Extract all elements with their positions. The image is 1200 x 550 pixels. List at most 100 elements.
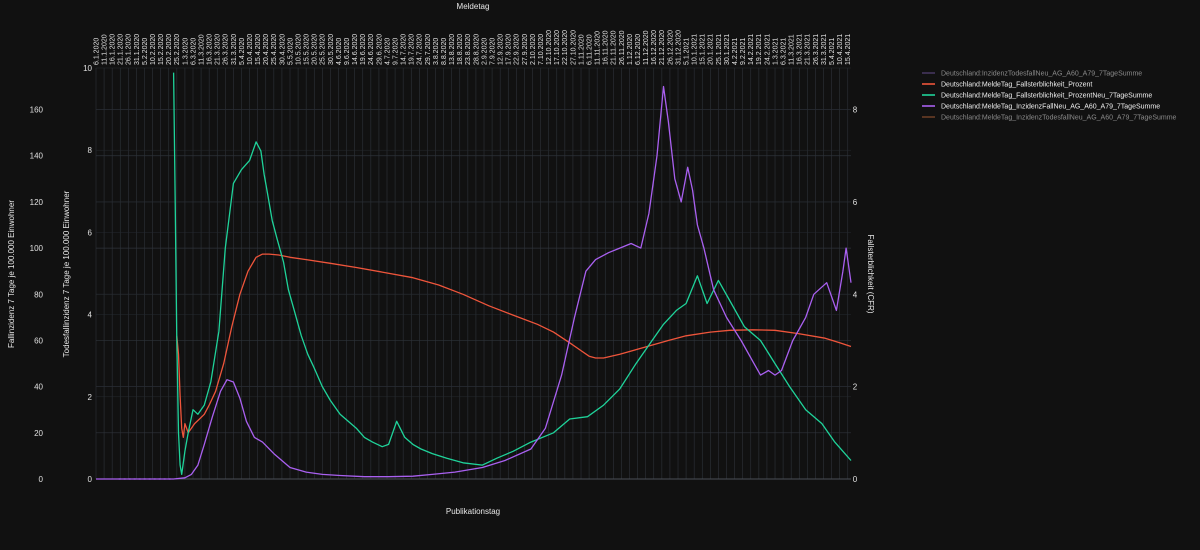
x-tick-label: 14.6.2020 (352, 34, 359, 65)
y-tick-label-outer: 20 (34, 429, 43, 438)
line-chart: Meldetag Publikationstag Fallinzidenz 7 … (7, 2, 1177, 516)
x-tick-label: 20.2.2020 (166, 34, 173, 65)
legend-label: Deutschland:MeldeTag_Fallsterblichkeit_P… (941, 93, 1152, 100)
x-tick-label: 2.9.2020 (481, 38, 488, 65)
y-tick-label-right: 4 (853, 290, 858, 299)
x-tick-label: 11.3.2021 (789, 34, 796, 65)
x-tick-label: 10.1.2021 (692, 34, 699, 65)
x-tick-label: 8.8.2020 (441, 38, 448, 65)
x-tick-label: 15.2.2020 (158, 34, 165, 65)
x-tick-label: 10.4.2020 (247, 34, 254, 65)
x-tick-label: 6.11.2020 (586, 34, 593, 65)
x-tick-label: 10.2.2020 (150, 34, 157, 65)
y-tick-label-inner: 6 (88, 228, 93, 237)
x-tick-label: 26.3.2020 (223, 34, 230, 65)
x-tick-label: 14.2.2021 (748, 34, 755, 65)
y-tick-label-right: 8 (853, 106, 858, 115)
x-tick-label: 5.4.2021 (829, 38, 836, 65)
x-tick-label: 25.1.2021 (716, 34, 723, 65)
x-tick-label: 11.12.2020 (643, 30, 650, 65)
y-tick-label-outer: 120 (30, 198, 44, 207)
x-tick-label: 19.2.2021 (756, 34, 763, 65)
x-tick-label: 17.10.2020 (554, 30, 561, 65)
y-tick-label-inner: 10 (83, 64, 92, 73)
legend-item[interactable]: Deutschland:MeldeTag_Fallsterblichkeit_P… (922, 93, 1152, 100)
x-tick-label: 4.2.2021 (732, 38, 739, 65)
x-tick-label: 3.8.2020 (433, 38, 440, 65)
x-tick-label: 6.3.2020 (190, 38, 197, 65)
x-tick-label: 26.3.2021 (813, 34, 820, 65)
legend-item[interactable]: Deutschland:MeldeTag_Fallsterblichkeit_P… (922, 82, 1092, 89)
x-tick-label: 21.12.2020 (659, 30, 666, 65)
x-tick-label: 16.1.2020 (110, 34, 117, 65)
y-tick-label-inner: 2 (88, 393, 93, 402)
x-tick-label: 30.4.2020 (279, 34, 286, 65)
x-tick-label: 30.5.2020 (328, 34, 335, 65)
x-tick-label: 18.8.2020 (457, 34, 464, 65)
x-tick-label: 24.6.2020 (368, 34, 375, 65)
x-tick-label: 10.5.2020 (295, 34, 302, 65)
x-tick-label: 5.5.2020 (287, 38, 294, 65)
x-tick-label: 15.4.2021 (845, 34, 852, 65)
x-tick-label: 19.6.2020 (360, 34, 367, 65)
series-line-2 (176, 253, 852, 439)
y-tick-label-outer: 100 (30, 244, 44, 253)
x-tick-label: 25.2.2020 (174, 34, 181, 65)
x-tick-label: 16.3.2020 (207, 34, 214, 65)
x-tick-label: 13.8.2020 (449, 34, 456, 65)
x-tick-label: 21.3.2020 (215, 34, 222, 65)
x-tick-label: 25.5.2020 (320, 34, 327, 65)
x-tick-label: 5.2.2020 (142, 38, 149, 65)
legend-label: Deutschland:MeldeTag_InzidenzFallNeu_AG_… (941, 104, 1160, 111)
x-tick-label: 16.3.2021 (797, 34, 804, 65)
x-tick-label: 22.10.2020 (562, 30, 569, 65)
x-tick-label: 7.10.2020 (538, 34, 545, 65)
x-tick-label: 24.2.2021 (764, 34, 771, 65)
x-tick-label: 30.1.2021 (724, 34, 731, 65)
chart-title: Meldetag (457, 2, 490, 11)
x-tick-label: 6.3.2021 (780, 38, 787, 65)
x-tick-label: 5.4.2020 (239, 38, 246, 65)
series-line-3 (172, 72, 852, 476)
x-tick-label: 15.1.2021 (700, 34, 707, 65)
x-tick-label: 15.5.2020 (304, 34, 311, 65)
x-tick-label: 9.6.2020 (344, 38, 351, 65)
x-tick-label: 16.11.2020 (603, 30, 610, 65)
chart-container: Meldetag Publikationstag Fallinzidenz 7 … (0, 0, 1200, 545)
x-tick-label: 21.1.2020 (118, 34, 125, 65)
x-tick-label: 27.9.2020 (522, 34, 529, 65)
y-tick-label-inner: 0 (88, 475, 93, 484)
x-tick-label: 21.11.2020 (611, 30, 618, 65)
x-tick-label: 6.1.2020 (93, 38, 100, 65)
x-tick-label: 25.4.2020 (271, 34, 278, 65)
y-tick-label-inner: 4 (88, 311, 93, 320)
y-tick-label-outer: 160 (30, 106, 44, 115)
x-tick-label: 1.12.2020 (627, 34, 634, 65)
y-tick-label-outer: 140 (30, 152, 44, 161)
legend-item[interactable]: Deutschland:InzidenzTodesfallNeu_AG_A60_… (922, 71, 1142, 78)
x-tick-label: 12.10.2020 (546, 30, 553, 65)
x-tick-label: 26.11.2020 (619, 30, 626, 65)
x-tick-label: 17.9.2020 (506, 34, 513, 65)
legend-label: Deutschland:MeldeTag_Fallsterblichkeit_P… (941, 82, 1092, 89)
legend-item[interactable]: Deutschland:MeldeTag_InzidenzTodesfallNe… (922, 115, 1177, 122)
x-tick-label: 6.12.2020 (635, 34, 642, 65)
y-tick-label-right: 2 (853, 383, 858, 392)
legend[interactable]: Deutschland:InzidenzTodesfallNeu_AG_A60_… (922, 71, 1177, 122)
x-tick-label: 4.7.2020 (384, 38, 391, 65)
legend-label: Deutschland:MeldeTag_InzidenzTodesfallNe… (941, 115, 1177, 122)
y-tick-label-right: 0 (853, 475, 858, 484)
x-tick-label: 11.1.2020 (101, 34, 108, 65)
y-tick-label-outer: 60 (34, 336, 43, 345)
y-axis-label-inner: Todesfallinzidenz 7 Tage je 100.000 Einw… (62, 190, 71, 357)
x-tick-label: 14.7.2020 (401, 34, 408, 65)
x-tick-label: 5.1.2021 (683, 38, 690, 65)
x-tick-label: 31.3.2020 (231, 34, 238, 65)
y-tick-label-inner: 8 (88, 146, 93, 155)
x-tick-label: 10.4.2021 (837, 34, 844, 65)
x-tick-label: 31.3.2021 (821, 34, 828, 65)
y-tick-label-right: 6 (853, 198, 858, 207)
legend-item[interactable]: Deutschland:MeldeTag_InzidenzFallNeu_AG_… (922, 104, 1160, 111)
x-tick-label: 11.11.2020 (595, 31, 602, 65)
x-tick-label: 23.8.2020 (465, 34, 472, 65)
